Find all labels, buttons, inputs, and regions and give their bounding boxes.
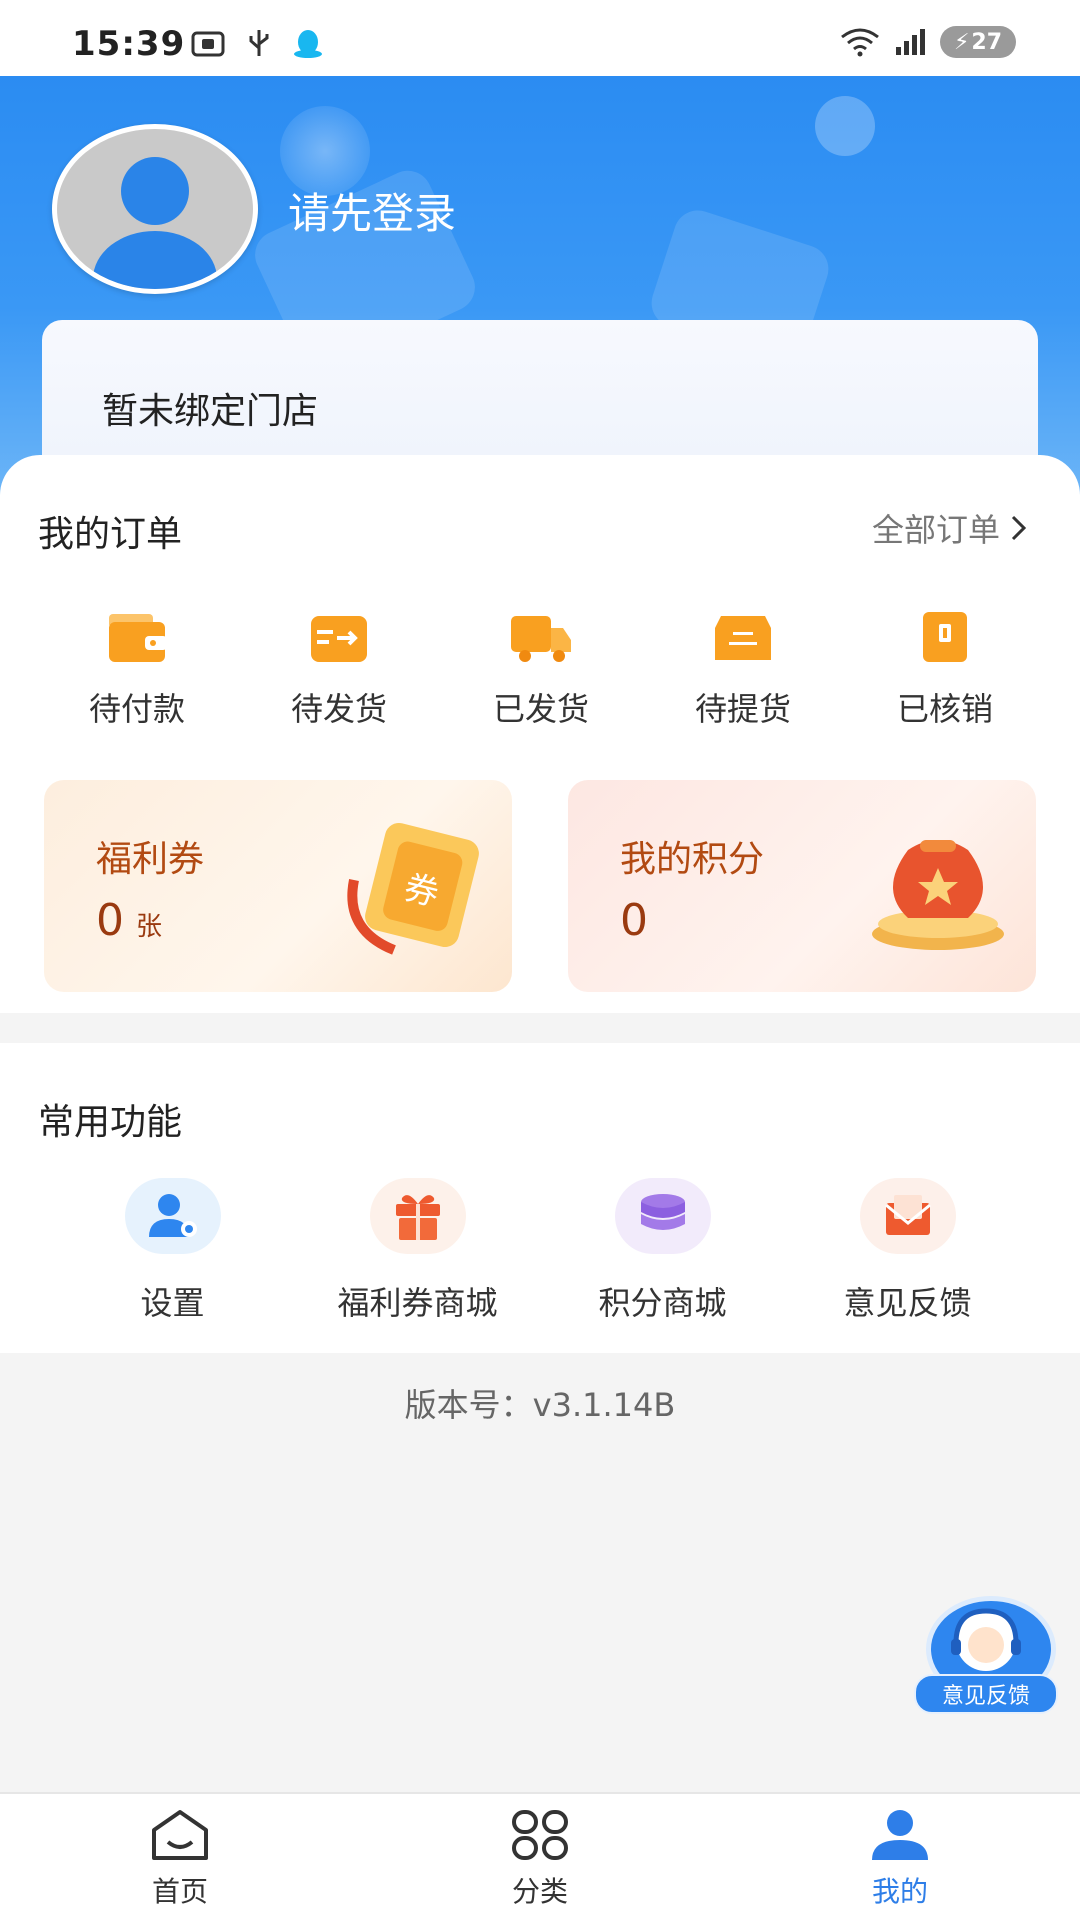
points-card[interactable]: 我的积分 0 (568, 780, 1036, 992)
qq-icon (294, 30, 322, 58)
floating-feedback-button[interactable]: 意见反馈 (914, 1596, 1058, 1716)
default-avatar-icon (93, 157, 217, 289)
usb-icon (249, 30, 269, 56)
function-points-mall[interactable]: 积分商城 (548, 1178, 778, 1324)
avatar[interactable] (52, 124, 258, 294)
order-item-pending-pickup[interactable]: 待提货 (642, 610, 844, 730)
points-value: 0 (620, 895, 648, 946)
login-prompt[interactable]: 请先登录 (288, 180, 456, 241)
profile-icon (872, 1810, 928, 1860)
coupon-title: 福利券 (96, 839, 205, 880)
truck-icon (511, 616, 571, 662)
tab-mine[interactable]: 我的 (770, 1794, 1030, 1922)
function-coupon-mall[interactable]: 福利券商城 (303, 1178, 533, 1324)
coins-stack-icon (640, 1194, 685, 1230)
decoration (815, 96, 875, 156)
home-icon (152, 1810, 208, 1860)
function-settings[interactable]: 设置 (58, 1178, 288, 1324)
status-bar: 15:39 ⚡ 27 (0, 0, 1080, 76)
signal-icon (896, 29, 925, 55)
version-text: 版本号：v3.1.14B (404, 1386, 676, 1424)
verified-doc-icon (923, 612, 967, 662)
category-icon (512, 1810, 568, 1860)
money-bag-icon (872, 840, 1004, 950)
bolt-icon: ⚡ (953, 29, 970, 55)
order-item-redeemed[interactable]: 已核销 (844, 610, 1046, 730)
coupon-count: 0张 (96, 895, 163, 946)
bottom-tab-bar: 首页 分类 我的 (0, 1792, 1080, 1922)
functions-title: 常用功能 (38, 1102, 183, 1143)
coupon-card[interactable]: 福利券 0张 券 (44, 780, 512, 992)
order-status-row: 待付款 待发货 已发货 待提货 已核销 (0, 610, 1080, 730)
points-title: 我的积分 (620, 839, 765, 880)
wallet-icon (109, 614, 167, 662)
order-item-pending-payment[interactable]: 待付款 (36, 610, 238, 730)
wifi-icon (841, 28, 879, 57)
tab-home[interactable]: 首页 (50, 1794, 310, 1922)
common-functions-panel: 常用功能 设置 福利券商城 积分商城 意见反馈 (0, 1043, 1080, 1353)
pickup-box-icon (715, 616, 771, 660)
screenshot-icon (191, 31, 225, 57)
orders-title: 我的订单 (38, 514, 183, 555)
all-orders-link[interactable]: 全部订单 (872, 505, 1028, 551)
shipping-box-icon (311, 616, 367, 662)
order-item-pending-shipment[interactable]: 待发货 (238, 610, 440, 730)
gift-icon (395, 1195, 440, 1240)
tab-category[interactable]: 分类 (410, 1794, 670, 1922)
functions-row: 设置 福利券商城 积分商城 意见反馈 (0, 1178, 1080, 1324)
mail-icon (884, 1195, 931, 1235)
order-item-shipped[interactable]: 已发货 (440, 610, 642, 730)
coupon-ticket-icon: 券 (347, 822, 479, 955)
orders-panel: 我的订单 全部订单 待付款 待发货 已发货 待提货 已核销 福利券 0 张 券 … (0, 455, 1080, 1013)
status-time: 15:39 (72, 24, 186, 64)
function-feedback[interactable]: 意见反馈 (793, 1178, 1023, 1324)
user-settings-icon (148, 1194, 197, 1237)
store-status: 暂未绑定门店 (102, 391, 319, 432)
floating-feedback-label: 意见反馈 (914, 1674, 1058, 1714)
chevron-right-icon (1011, 515, 1027, 541)
battery-indicator: ⚡ 27 (940, 26, 1016, 58)
